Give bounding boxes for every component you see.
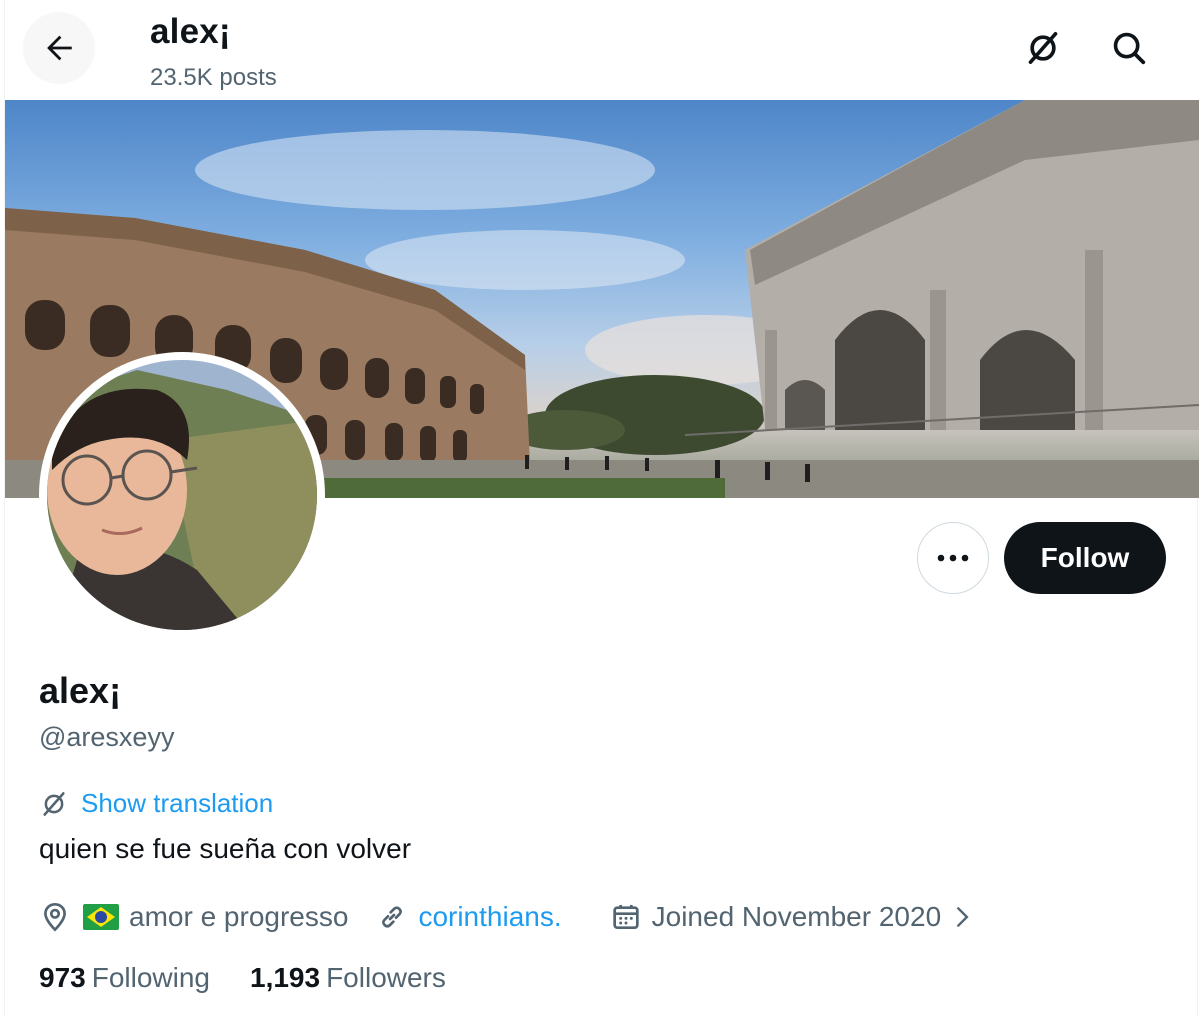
follow-button[interactable]: Follow [1004,522,1166,594]
header-name: alex¡ [150,12,231,51]
follow-stats: 973 Following 1,193 Followers [39,962,446,994]
search-button[interactable] [1101,20,1157,76]
search-icon [1113,32,1146,65]
link-icon [382,906,403,928]
followers-label: Followers [326,962,446,993]
following-link[interactable]: 973 Following [39,962,210,994]
translate-icon [43,791,65,816]
translate-icon [1028,32,1058,64]
join-date[interactable]: Joined November 2020 [610,901,976,933]
profile-meta: amor e progresso corinthians. Joined Nov… [39,895,975,939]
back-button[interactable] [23,12,95,84]
location-pin-icon [44,902,66,932]
more-icon [937,554,969,562]
brazil-flag-icon [83,904,119,930]
website-link[interactable]: corinthians. [418,901,561,933]
join-date-text: Joined November 2020 [651,901,942,932]
user-handle: @aresxeyy [39,722,175,752]
website[interactable]: corinthians. [376,901,562,933]
header-post-count: 23.5K posts [150,64,277,91]
back-arrow-icon [47,35,72,61]
show-translation-link[interactable]: Show translation [39,788,273,819]
avatar-photo [47,360,317,630]
following-label: Following [91,962,210,993]
profile-page: alex¡ 23.5K posts Follow alex¡ @aresxeyy… [4,0,1199,1017]
show-translation-label: Show translation [81,788,274,818]
followers-count: 1,193 [250,962,321,993]
display-name: alex¡ [39,670,122,711]
chevron-right-icon [957,907,969,927]
translate-button[interactable] [1015,20,1071,76]
location-text: amor e progresso [129,901,349,932]
calendar-icon [612,905,639,929]
avatar[interactable] [47,360,317,630]
following-count: 973 [39,962,86,993]
top-bar: alex¡ 23.5K posts [5,0,1199,100]
bio: quien se fue sueña con volver [39,833,412,864]
followers-link[interactable]: 1,193 Followers [250,962,446,994]
avatar-frame [39,352,325,638]
more-button[interactable] [917,522,989,594]
location: amor e progresso [39,901,348,933]
